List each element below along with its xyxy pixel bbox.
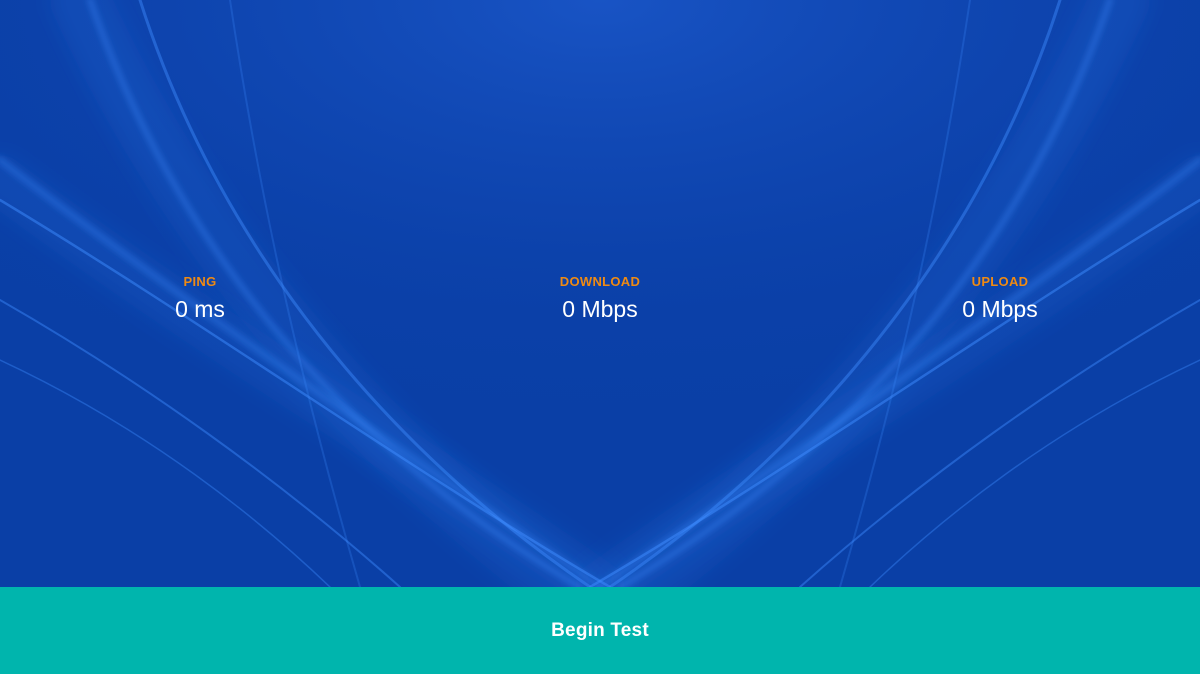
download-label: DOWNLOAD bbox=[559, 274, 641, 289]
begin-test-label: Begin Test bbox=[551, 619, 649, 641]
stats-row: PING 0 ms DOWNLOAD 0 Mbps UPLOAD 0 Mbps bbox=[0, 272, 1200, 332]
ping-label: PING bbox=[183, 274, 217, 289]
speed-test-screen: PING 0 ms DOWNLOAD 0 Mbps UPLOAD 0 Mbps … bbox=[0, 0, 1200, 674]
upload-label: UPLOAD bbox=[971, 274, 1029, 289]
ping-stat: PING 0 ms bbox=[80, 272, 320, 326]
download-stat: DOWNLOAD 0 Mbps bbox=[480, 272, 720, 326]
download-value: 0 Mbps bbox=[562, 296, 638, 322]
upload-value: 0 Mbps bbox=[962, 296, 1038, 322]
begin-test-button[interactable]: Begin Test bbox=[0, 587, 1200, 674]
ping-value: 0 ms bbox=[175, 296, 225, 322]
upload-stat: UPLOAD 0 Mbps bbox=[880, 272, 1120, 326]
